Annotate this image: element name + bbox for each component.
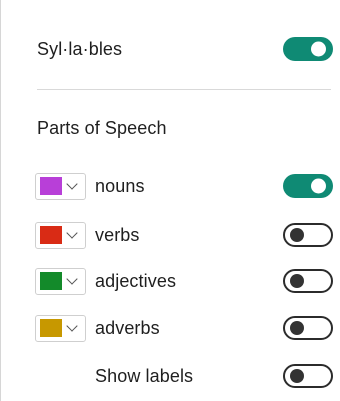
chevron-down-icon	[66, 320, 78, 332]
pos-label-verbs: verbs	[95, 224, 140, 245]
adjectives-toggle[interactable]	[283, 269, 333, 293]
chevron-down-icon	[66, 273, 78, 285]
immersive-reader-grammar-panel: Syl·la·bles Parts of Speech nouns verbs …	[0, 0, 340, 401]
color-picker-adjectives[interactable]	[35, 267, 86, 295]
toggle-knob	[290, 321, 304, 335]
chevron-down-icon	[66, 227, 78, 239]
verbs-toggle[interactable]	[283, 223, 333, 247]
toggle-knob	[311, 178, 326, 194]
syllables-row: Syl·la·bles	[1, 34, 340, 64]
show-labels-label: Show labels	[95, 365, 194, 386]
toggle-knob	[290, 369, 304, 383]
pos-row-adjectives: adjectives	[1, 266, 340, 296]
nouns-toggle[interactable]	[283, 174, 333, 198]
color-picker-nouns[interactable]	[35, 172, 86, 200]
chevron-down-icon	[66, 178, 78, 190]
toggle-knob	[290, 228, 304, 242]
color-picker-verbs[interactable]	[35, 221, 86, 249]
color-swatch	[40, 177, 62, 195]
syllables-label: Syl·la·bles	[37, 38, 123, 59]
color-swatch	[40, 272, 62, 290]
pos-label-nouns: nouns	[95, 175, 145, 196]
pos-label-adverbs: adverbs	[95, 317, 160, 338]
pos-row-nouns: nouns	[1, 171, 340, 201]
parts-of-speech-title: Parts of Speech	[37, 118, 167, 138]
pos-row-verbs: verbs	[1, 220, 340, 250]
color-swatch	[40, 319, 62, 337]
toggle-knob	[290, 274, 304, 288]
color-picker-adverbs[interactable]	[35, 314, 86, 342]
divider	[37, 89, 331, 90]
adverbs-toggle[interactable]	[283, 316, 333, 340]
show-labels-toggle[interactable]	[283, 364, 333, 388]
pos-row-adverbs: adverbs	[1, 313, 340, 343]
show-labels-row: Show labels	[1, 361, 340, 391]
syllables-toggle[interactable]	[283, 37, 333, 61]
pos-label-adjectives: adjectives	[95, 270, 177, 291]
toggle-knob	[311, 41, 326, 57]
color-swatch	[40, 226, 62, 244]
